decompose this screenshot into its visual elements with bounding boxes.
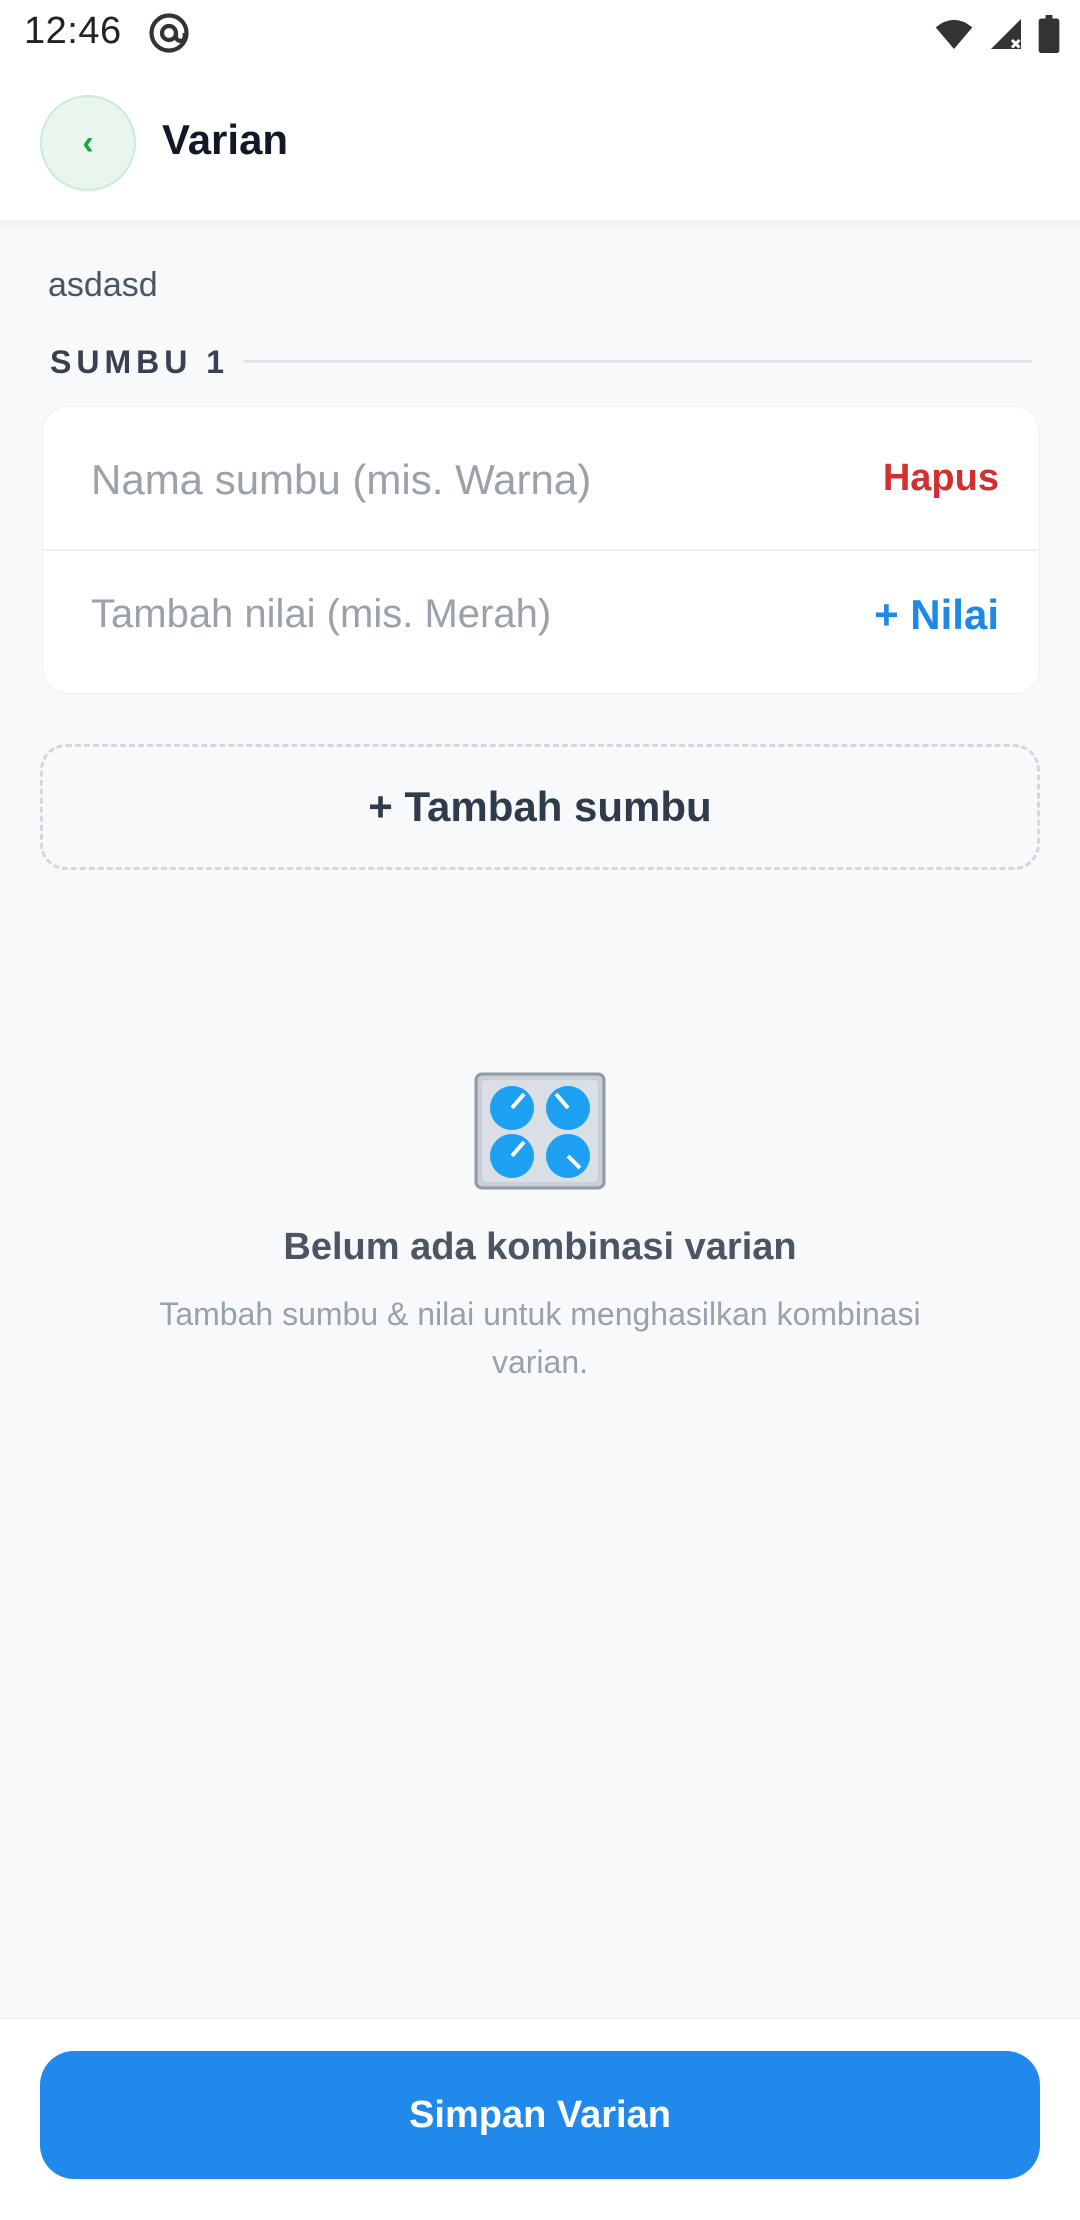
axis-section-label: SUMBU 1 — [50, 344, 230, 380]
axis-card: Hapus + Nilai — [42, 406, 1040, 694]
app-header: ‹ Varian — [0, 66, 1080, 220]
save-variant-button[interactable]: Simpan Varian — [40, 2051, 1040, 2179]
delete-axis-button[interactable]: Hapus — [883, 457, 999, 500]
status-time: 12:46 — [24, 10, 122, 52]
empty-state-title: Belum ada kombinasi varian — [283, 1226, 797, 1268]
status-icons — [934, 14, 1060, 54]
axis-value-row: + Nilai — [43, 551, 1039, 695]
axis-divider — [244, 360, 1032, 363]
chevron-left-icon: ‹ — [82, 123, 94, 162]
at-sign-icon — [149, 13, 189, 53]
axis-value-input[interactable] — [91, 581, 851, 647]
axis-name-input[interactable] — [91, 447, 851, 513]
control-knobs-icon — [474, 1072, 606, 1190]
variant-screen: 12:46 ‹ Varian asdasd SUMBU 1 Nama sumbu… — [0, 0, 1080, 2220]
back-button[interactable]: ‹ — [40, 95, 136, 191]
empty-state-description: Tambah sumbu & nilai untuk menghasilkan … — [159, 1296, 921, 1380]
add-value-button[interactable]: + Nilai — [874, 591, 999, 639]
add-axis-button[interactable]: + Tambah sumbu — [40, 744, 1040, 870]
axis-name-row: Hapus — [43, 407, 1039, 551]
bottom-bar: Simpan Varian — [0, 2018, 1080, 2220]
signal-icon — [991, 19, 1021, 49]
product-name: asdasd — [48, 266, 158, 304]
page-title: Varian — [162, 116, 289, 163]
wifi-icon — [935, 19, 973, 49]
status-bar: 12:46 — [0, 0, 1080, 66]
battery-icon — [1038, 15, 1060, 53]
